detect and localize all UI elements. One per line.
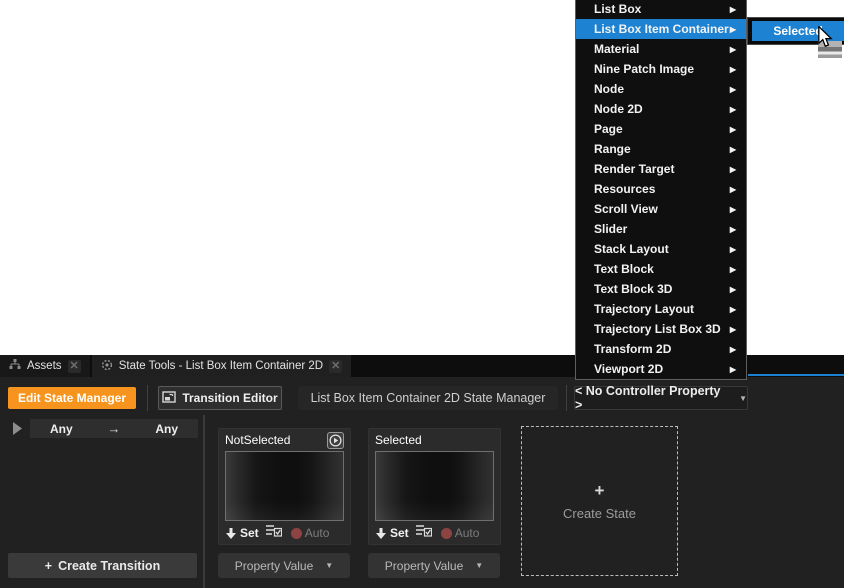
tab-assets-label: Assets <box>27 360 62 372</box>
submenu-arrow-icon: ▶ <box>730 345 736 354</box>
state-card-notselected[interactable]: NotSelected Set Auto <box>218 428 351 545</box>
menu-item-scroll-view[interactable]: Scroll View▶ <box>576 199 746 219</box>
tab-assets[interactable]: Assets ✕ <box>0 355 90 377</box>
submenu-arrow-icon: ▶ <box>730 105 736 114</box>
down-arrow-icon <box>376 528 386 539</box>
submenu-arrow-icon: ▶ <box>730 225 736 234</box>
play-circle-icon <box>329 434 342 447</box>
tab-state-tools-close-icon[interactable]: ✕ <box>329 360 342 373</box>
plus-icon: + <box>45 559 52 573</box>
context-menu: List Box▶ List Box Item Container▶ Mater… <box>575 0 747 380</box>
menu-item-resources[interactable]: Resources▶ <box>576 179 746 199</box>
menu-item-trajectory-list-box-3d[interactable]: Trajectory List Box 3D▶ <box>576 319 746 339</box>
expand-triangle-icon <box>12 422 23 435</box>
transition-editor-button[interactable]: Transition Editor <box>158 386 282 410</box>
menu-item-page[interactable]: Page▶ <box>576 119 746 139</box>
submenu-arrow-icon: ▶ <box>730 265 736 274</box>
submenu-arrow-icon: ▶ <box>730 245 736 254</box>
state-manager-title: List Box Item Container 2D State Manager <box>298 386 558 410</box>
mouse-cursor <box>817 26 834 53</box>
submenu-arrow-icon: ▶ <box>730 25 736 34</box>
panel-focus-line <box>748 374 844 376</box>
state-thumbnail[interactable] <box>225 451 344 521</box>
menu-item-nine-patch-image[interactable]: Nine Patch Image▶ <box>576 59 746 79</box>
menu-item-transform-2d[interactable]: Transform 2D▶ <box>576 339 746 359</box>
create-transition-label: Create Transition <box>58 559 160 573</box>
auto-record-icon <box>441 528 452 539</box>
set-state-button[interactable]: Set <box>226 526 259 540</box>
transitions-panel-divider <box>203 415 205 588</box>
toolbar-separator <box>566 385 567 411</box>
submenu-arrow-icon: ▶ <box>730 305 736 314</box>
submenu-arrow-icon: ▶ <box>730 145 736 154</box>
auto-record-icon <box>291 528 302 539</box>
transition-to-label: Any <box>155 422 178 436</box>
transitions-expand-button[interactable] <box>8 419 26 437</box>
toolbar-separator <box>147 385 148 411</box>
assets-icon <box>9 359 21 373</box>
submenu-arrow-icon: ▶ <box>730 45 736 54</box>
preview-state-button[interactable] <box>327 432 344 449</box>
state-card-header: NotSelected <box>219 429 350 451</box>
submenu-arrow-icon: ▶ <box>730 325 736 334</box>
submenu-arrow-icon: ▶ <box>730 285 736 294</box>
set-state-button[interactable]: Set <box>376 526 409 540</box>
state-card-footer: Set Auto <box>369 521 500 545</box>
chevron-down-icon: ▼ <box>475 561 483 570</box>
transition-editor-label: Transition Editor <box>182 391 277 405</box>
create-transition-button[interactable]: + Create Transition <box>8 553 197 578</box>
state-card-footer: Set Auto <box>219 521 350 545</box>
record-properties-icon[interactable] <box>416 524 432 542</box>
state-thumbnail[interactable] <box>375 451 494 521</box>
tab-state-tools-label: State Tools - List Box Item Container 2D <box>119 360 323 372</box>
create-state-label: Create State <box>563 506 636 521</box>
menu-item-render-target[interactable]: Render Target▶ <box>576 159 746 179</box>
plus-icon: + <box>595 482 605 499</box>
submenu-arrow-icon: ▶ <box>730 205 736 214</box>
menu-item-viewport-2d[interactable]: Viewport 2D▶ <box>576 359 746 379</box>
menu-item-list-box-item-container[interactable]: List Box Item Container▶ <box>576 19 746 39</box>
submenu-arrow-icon: ▶ <box>730 165 736 174</box>
down-arrow-icon <box>226 528 236 539</box>
property-value-dropdown[interactable]: Property Value ▼ <box>218 553 350 578</box>
tab-assets-close-icon[interactable]: ✕ <box>68 360 81 373</box>
transition-arrow-icon: → <box>108 421 121 436</box>
menu-item-node[interactable]: Node▶ <box>576 79 746 99</box>
controller-property-dropdown[interactable]: < No Controller Property > ▼ <box>574 386 748 410</box>
edit-state-manager-button[interactable]: Edit State Manager <box>8 387 136 409</box>
state-tools-icon <box>101 359 113 374</box>
menu-item-stack-layout[interactable]: Stack Layout▶ <box>576 239 746 259</box>
property-value-dropdown[interactable]: Property Value ▼ <box>368 553 500 578</box>
state-card-selected[interactable]: Selected Set Auto <box>368 428 501 545</box>
state-card-header: Selected <box>369 429 500 451</box>
submenu-arrow-icon: ▶ <box>730 125 736 134</box>
submenu-arrow-icon: ▶ <box>730 85 736 94</box>
state-name-label: Selected <box>375 433 422 447</box>
auto-toggle[interactable]: Auto <box>291 526 330 540</box>
submenu-arrow-icon: ▶ <box>730 365 736 374</box>
record-properties-icon[interactable] <box>266 524 282 542</box>
menu-item-list-box[interactable]: List Box▶ <box>576 0 746 19</box>
transition-from-label: Any <box>50 422 73 436</box>
chevron-down-icon: ▼ <box>325 561 333 570</box>
chevron-down-icon: ▼ <box>739 394 747 403</box>
menu-item-range[interactable]: Range▶ <box>576 139 746 159</box>
menu-item-slider[interactable]: Slider▶ <box>576 219 746 239</box>
menu-item-trajectory-layout[interactable]: Trajectory Layout▶ <box>576 299 746 319</box>
edit-state-manager-label: Edit State Manager <box>18 391 126 405</box>
auto-toggle[interactable]: Auto <box>441 526 480 540</box>
state-name-label: NotSelected <box>225 433 290 447</box>
submenu-arrow-icon: ▶ <box>730 185 736 194</box>
transition-editor-icon <box>162 391 176 406</box>
menu-item-node-2d[interactable]: Node 2D▶ <box>576 99 746 119</box>
submenu-arrow-icon: ▶ <box>730 5 736 14</box>
menu-item-material[interactable]: Material▶ <box>576 39 746 59</box>
menu-item-text-block[interactable]: Text Block▶ <box>576 259 746 279</box>
menu-item-text-block-3d[interactable]: Text Block 3D▶ <box>576 279 746 299</box>
create-state-button[interactable]: + Create State <box>521 426 678 576</box>
submenu-arrow-icon: ▶ <box>730 65 736 74</box>
tab-state-tools[interactable]: State Tools - List Box Item Container 2D… <box>92 355 352 377</box>
controller-property-value: < No Controller Property > <box>575 384 729 412</box>
transition-row-any-to-any[interactable]: Any → Any <box>30 419 198 438</box>
